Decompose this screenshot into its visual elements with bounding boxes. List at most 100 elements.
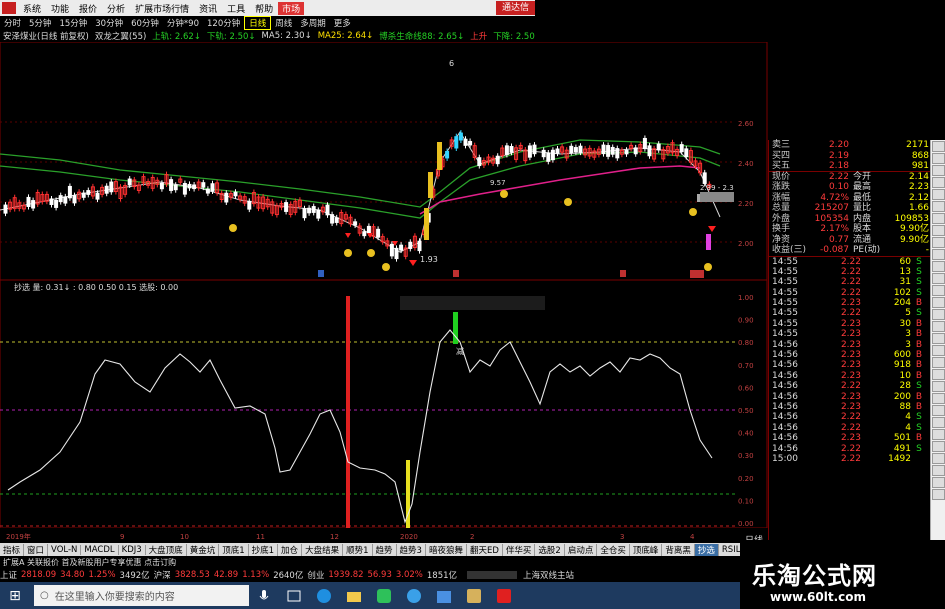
side-tool-button[interactable] [932,297,945,308]
menu-tools[interactable]: 工具 [222,2,250,15]
side-tool-button[interactable] [932,237,945,248]
indicator-tab[interactable]: 顶底峰 [630,543,663,556]
menu-function[interactable]: 功能 [46,2,74,15]
indicator-tab[interactable]: 选股2 [535,543,565,556]
server-label[interactable]: 上海双线主站 [523,569,578,581]
windows-start-icon[interactable]: ⊞ [0,582,30,609]
side-tool-button[interactable] [932,261,945,272]
menu-system[interactable]: 系统 [18,2,46,15]
period-tab[interactable]: 多周期 [296,17,330,29]
browser-icon[interactable] [399,582,429,609]
stock-app-icon[interactable] [489,582,519,609]
indicator-tab[interactable]: 指标 [0,543,25,556]
watermark-title: 乐淘公式网 [752,562,877,590]
menu-help[interactable]: 帮助 [250,2,278,15]
period-tab[interactable]: 分时 [0,17,25,29]
indicator-tab[interactable]: 大盘顶底 [146,543,187,556]
side-tool-button[interactable] [932,357,945,368]
side-tool-button[interactable] [932,285,945,296]
side-tool-button[interactable] [932,309,945,320]
period-tab[interactable]: 5分钟 [25,17,55,29]
side-tool-button[interactable] [932,177,945,188]
event-marker[interactable] [690,270,704,278]
side-tool-button[interactable] [932,165,945,176]
indicator-tab[interactable]: 背离黑 [662,543,695,556]
event-marker[interactable] [318,270,324,277]
edge-icon[interactable] [309,582,339,609]
side-tool-button[interactable] [932,321,945,332]
indicator-tab[interactable]: 大盘结果 [302,543,344,556]
side-toolbar[interactable] [930,140,945,540]
period-tab[interactable]: 更多 [330,17,355,29]
mic-icon[interactable] [249,582,279,609]
indicator-tab[interactable]: 顺势1 [343,543,373,556]
side-tool-button[interactable] [932,153,945,164]
trade-volume: 3 [905,329,911,340]
side-tool-button[interactable] [932,369,945,380]
side-tool-button[interactable] [932,273,945,284]
indicator-tab[interactable]: 启动点 [565,543,598,556]
side-tool-button[interactable] [932,141,945,152]
sub-y-tick: 0.40 [738,430,754,438]
side-tool-button[interactable] [932,465,945,476]
side-tool-button[interactable] [932,441,945,452]
order-book-row: 买五 2.18 981 [769,161,930,172]
app-icon[interactable] [459,582,489,609]
info-text[interactable]: 扩展A 关联报价 首及新股用户专享优惠 点击订购 [0,557,176,568]
side-tool-button[interactable] [932,417,945,428]
market-button[interactable]: 市场 [278,1,305,15]
side-tool-button[interactable] [932,249,945,260]
side-tool-button[interactable] [932,333,945,344]
indicator-tab[interactable]: 暗夜狼舞 [426,543,467,556]
task-view-icon[interactable] [279,582,309,609]
menu-quote[interactable]: 报价 [74,2,102,15]
folder-icon[interactable] [339,582,369,609]
period-tab[interactable]: 分钟*90 [163,17,203,29]
menu-ext-market[interactable]: 扩展市场行情 [130,2,194,15]
period-tab[interactable]: 120分钟 [203,17,244,29]
period-tab[interactable]: 30分钟 [91,17,127,29]
menu-news[interactable]: 资讯 [194,2,222,15]
store-icon[interactable] [429,582,459,609]
stat-value: 215207 [814,203,849,213]
side-tool-button[interactable] [932,213,945,224]
indicator-tab[interactable]: 顶底1 [219,543,249,556]
indicator-tab[interactable]: 趋势3 [397,543,426,556]
indicator-tab[interactable]: MACDL [81,544,119,555]
indicator-tab[interactable]: 全仓买 [597,543,630,556]
indicator-name[interactable]: 双龙之翼(55) [92,30,149,42]
side-tool-button[interactable] [932,477,945,488]
event-marker[interactable] [620,270,626,277]
indicator-tab[interactable]: 伴华买 [503,543,536,556]
indicator-tab[interactable]: 抄选 [694,543,719,556]
side-tool-button[interactable] [932,393,945,404]
side-tool-button[interactable] [932,429,945,440]
chart-area[interactable]: 6 1.93 9.57 2.39 - 2.3 2.60 2.40 2.20 2.… [0,42,768,542]
event-marker[interactable] [453,270,459,277]
wechat-icon[interactable] [369,582,399,609]
period-tab[interactable]: 周线 [271,17,296,29]
indicator-tab[interactable]: 抄底1 [249,543,279,556]
indicator-tab[interactable]: 趋势 [373,543,397,556]
side-tool-button[interactable] [932,381,945,392]
side-tool-button[interactable] [932,345,945,356]
menu-analysis[interactable]: 分析 [102,2,130,15]
side-tool-button[interactable] [932,489,945,500]
indicator-tabs: 指标 窗口 VOL-N MACDL KDJ3 大盘顶底 黄金坑 顶底1 抄底1 加仓 大盘结果 顺势1… [0,543,769,556]
side-tool-button[interactable] [932,201,945,212]
indicator-tab[interactable]: VOL-N [48,544,82,555]
indicator-tab[interactable]: 窗口 [24,543,49,556]
indicator-tab[interactable]: 加仓 [278,543,303,556]
indicator-tab[interactable]: 黄金坑 [187,543,220,556]
side-tool-button[interactable] [932,453,945,464]
side-tool-button[interactable] [932,405,945,416]
indicator-tab[interactable]: KDJ3 [119,544,146,555]
tick-trades-list[interactable]: 14:55 2.22 60 S 14:55 2.22 13 S 14:55 2.22 31 S 14:5… [769,257,930,465]
period-tab[interactable]: 15分钟 [55,17,91,29]
period-tab-active[interactable]: 日线 [244,16,272,30]
taskbar-search-input[interactable]: ○ 在这里输入你要搜索的内容 [34,585,249,606]
side-tool-button[interactable] [932,225,945,236]
side-tool-button[interactable] [932,189,945,200]
period-tab[interactable]: 60分钟 [127,17,163,29]
indicator-tab[interactable]: 翻天ED [467,543,503,556]
